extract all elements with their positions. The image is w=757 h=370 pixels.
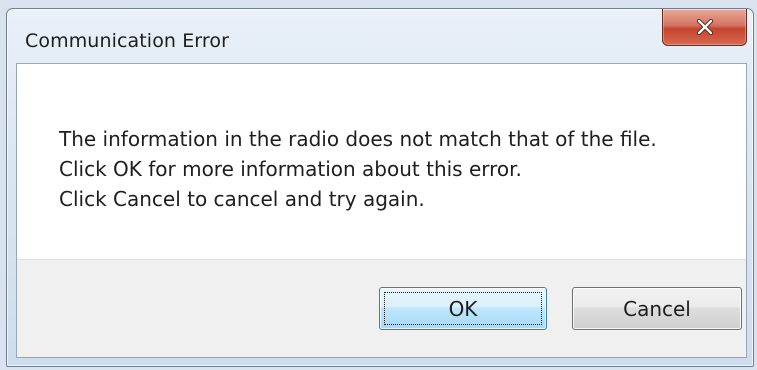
message-line: Click Cancel to cancel and try again.	[59, 187, 425, 211]
cancel-button[interactable]: Cancel	[572, 287, 742, 330]
dialog-window: Communication Error The information in t…	[6, 8, 754, 367]
dialog-content: The information in the radio does not ma…	[16, 63, 747, 358]
title-bar[interactable]: Communication Error	[7, 9, 753, 63]
ok-button[interactable]: OK	[379, 287, 547, 330]
focus-ring	[384, 292, 542, 325]
cancel-button-label: Cancel	[623, 296, 691, 321]
close-button[interactable]	[662, 9, 747, 46]
dialog-title: Communication Error	[25, 30, 230, 52]
error-message: The information in the radio does not ma…	[59, 124, 657, 214]
close-x-icon	[696, 19, 714, 35]
message-line: Click OK for more information about this…	[59, 157, 522, 181]
message-line: The information in the radio does not ma…	[59, 127, 657, 151]
button-bar: OK Cancel	[17, 259, 746, 357]
